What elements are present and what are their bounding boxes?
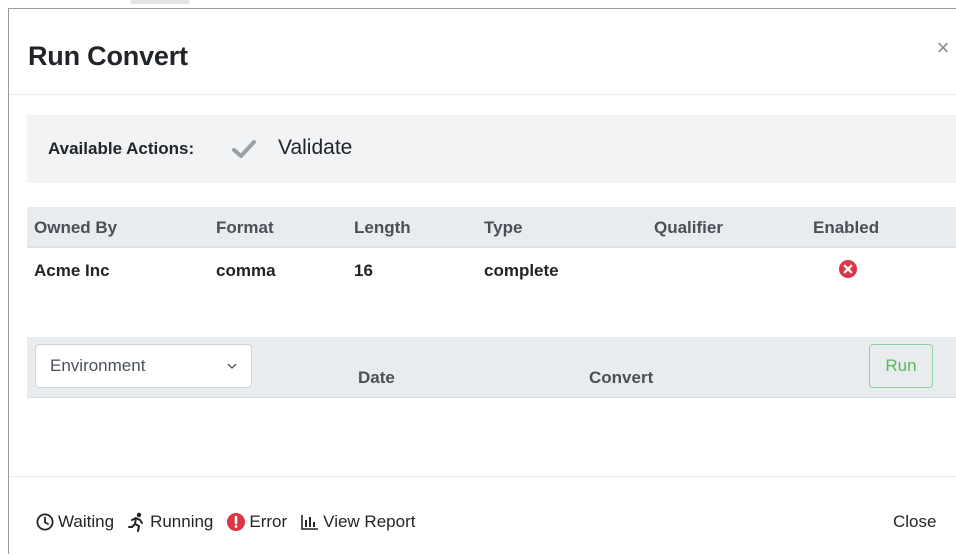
modal-footer: Waiting Running Error View Report Close <box>9 476 956 555</box>
exclamation-circle-icon <box>227 513 246 531</box>
run-button[interactable]: Run <box>869 344 933 388</box>
environment-select[interactable]: Environment <box>35 344 252 388</box>
close-icon[interactable]: × <box>933 36 953 60</box>
cell-format: comma <box>216 261 276 280</box>
available-actions-label: Available Actions: <box>48 139 195 158</box>
date-column-label: Date <box>358 368 395 387</box>
legend-waiting-label: Waiting <box>58 512 115 531</box>
status-legend: Waiting Running Error View Report <box>36 510 429 534</box>
header-length: Length <box>354 218 411 237</box>
available-actions-panel: Available Actions: Validate <box>27 115 956 183</box>
check-icon <box>232 140 256 158</box>
chevron-down-icon <box>227 363 237 369</box>
modal-header: Run Convert × <box>9 9 956 95</box>
cell-length: 16 <box>354 261 373 280</box>
legend-error-label: Error <box>249 512 288 531</box>
close-button[interactable]: Close <box>893 511 936 533</box>
convert-column-label: Convert <box>589 368 654 387</box>
cell-owned-by: Acme Inc <box>34 261 110 280</box>
legend-running-label: Running <box>150 512 214 531</box>
running-icon <box>128 512 144 532</box>
header-qualifier: Qualifier <box>654 218 723 237</box>
modal-title: Run Convert <box>28 41 188 71</box>
environment-select-value: Environment <box>50 356 146 375</box>
view-report-link[interactable]: View Report <box>301 512 415 532</box>
header-type: Type <box>484 218 523 237</box>
table-row: Acme Inc comma 16 complete <box>27 248 956 288</box>
legend-waiting: Waiting <box>36 512 114 532</box>
header-owned-by: Owned By <box>34 218 118 237</box>
run-convert-modal: Run Convert × Available Actions: Validat… <box>8 8 956 554</box>
legend-running: Running <box>128 512 213 532</box>
run-panel: Environment Date Convert Run <box>27 337 956 398</box>
view-report-label: View Report <box>323 512 416 531</box>
times-circle-icon <box>839 260 857 278</box>
cell-type: complete <box>484 261 559 280</box>
header-enabled: Enabled <box>813 218 880 237</box>
backdrop <box>0 0 956 8</box>
header-format: Format <box>216 218 274 237</box>
table-header: Owned By Format Length Type Qualifier En… <box>27 207 956 248</box>
clock-icon <box>36 513 54 531</box>
legend-error: Error <box>227 512 287 532</box>
backdrop-text-fragment <box>130 0 190 4</box>
bar-chart-icon <box>301 515 319 530</box>
convert-table: Owned By Format Length Type Qualifier En… <box>27 207 956 288</box>
validate-action[interactable]: Validate <box>278 134 352 162</box>
